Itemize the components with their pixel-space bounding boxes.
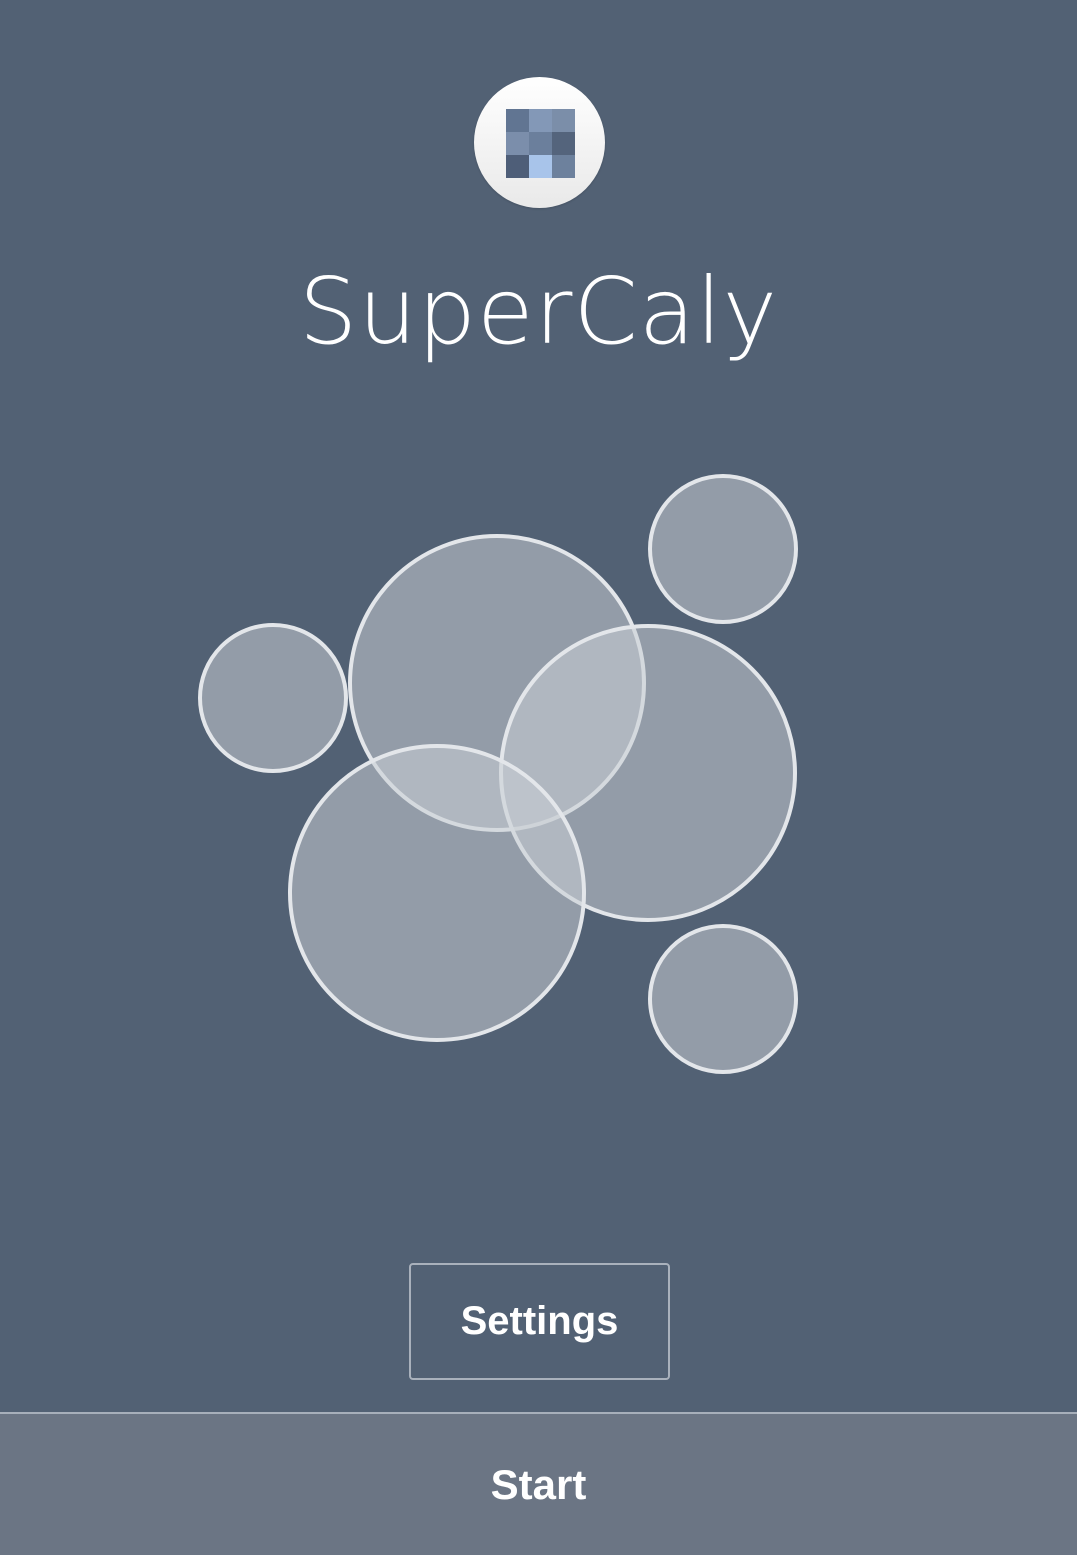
bubble-large-bottom <box>288 744 586 1042</box>
bubble-small-left <box>198 623 348 773</box>
splash-screen: SuperCaly Settings Start <box>0 0 1077 1555</box>
start-button[interactable]: Start <box>0 1412 1077 1555</box>
settings-button[interactable]: Settings <box>409 1263 670 1380</box>
bubble-small-top-right <box>648 474 798 624</box>
bubble-small-bottom-right <box>648 924 798 1074</box>
